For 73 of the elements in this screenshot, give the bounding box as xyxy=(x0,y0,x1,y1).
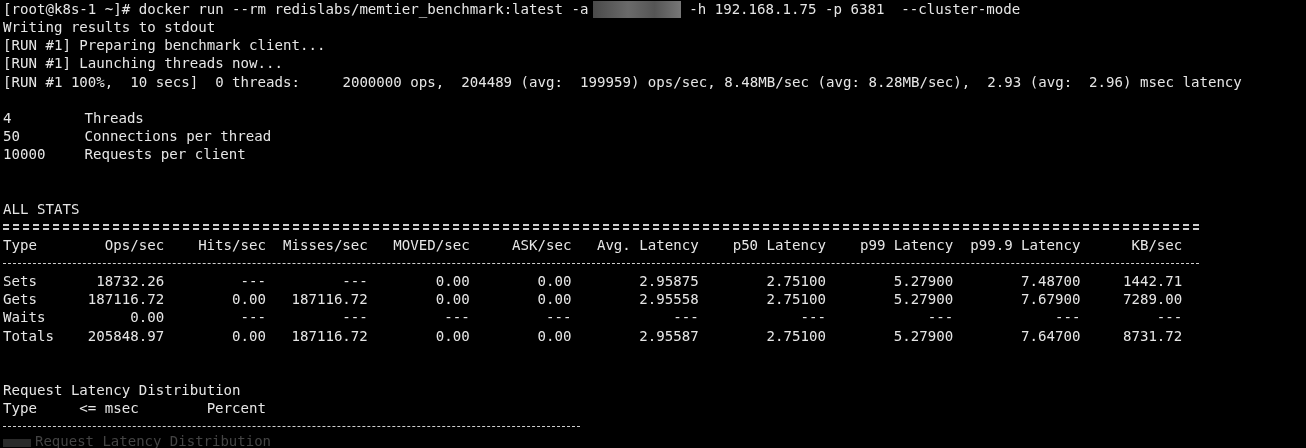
section-title: Request Latency Distribution xyxy=(3,380,241,400)
table-cell-text: 18732.26 xyxy=(95,272,165,291)
table-cell-text: 187116.72 xyxy=(290,326,368,345)
config-label: Connections per thread xyxy=(84,127,272,146)
config-label: Requests per client xyxy=(84,145,246,164)
table-cell-text: 187116.72 xyxy=(86,290,165,309)
table-cell-text: 5.27900 xyxy=(892,272,954,291)
config-value: 50 xyxy=(3,127,21,146)
table-cell-text: 2.75100 xyxy=(765,290,826,309)
output-line: [RUN #1] Preparing benchmark client... xyxy=(3,36,326,55)
column-header: p99 Latency xyxy=(858,235,954,254)
table-cell-text: --- xyxy=(443,308,470,327)
table-cell-text: 0.00 xyxy=(434,326,470,345)
table-cell-text: 187116.72 xyxy=(290,290,368,309)
table-cell-text: 0.00 xyxy=(536,326,572,345)
config-value: 10000 xyxy=(3,145,47,164)
table-cell-text: Sets xyxy=(3,272,38,291)
table-cell-text: 2.95875 xyxy=(638,272,699,291)
table-cell-text: --- xyxy=(799,308,826,327)
table-cell-text: 0.00 xyxy=(434,272,470,291)
table-cell-text: --- xyxy=(672,308,699,327)
table-cell-text: 7.67900 xyxy=(1020,290,1081,309)
table-cell-text: 0.00 xyxy=(129,308,165,327)
table-cell-text: --- xyxy=(545,308,572,327)
table-cell-text: --- xyxy=(341,272,368,291)
table-cell-text: --- xyxy=(1054,308,1081,327)
table-cell-text: --- xyxy=(1155,308,1183,327)
table-cell-text: --- xyxy=(239,272,266,291)
shell-prompt: [root@k8s-1 ~]# xyxy=(3,0,131,19)
table-cell-text: Gets xyxy=(3,290,38,309)
command-text: -h 192.168.1.75 -p 6381 --cluster-mode xyxy=(689,0,1021,19)
table-cell-text: 8731.72 xyxy=(1121,326,1183,345)
table-cell-text: Waits xyxy=(3,308,47,327)
section-title: ALL STATS xyxy=(3,199,80,218)
config-label: Threads xyxy=(84,108,144,127)
column-header: Misses/sec xyxy=(281,235,368,254)
table-cell-text: 5.27900 xyxy=(892,326,954,345)
table-cell-text: 7.48700 xyxy=(1020,272,1081,291)
table-cell-text: 1442.71 xyxy=(1121,272,1183,291)
column-header: Percent xyxy=(206,399,268,418)
column-header: MOVED/sec xyxy=(392,235,470,254)
column-header: Type xyxy=(3,235,38,254)
command-text: docker run --rm redislabs/memtier_benchmark:latest -a xyxy=(138,0,589,19)
table-cell-text: 5.27900 xyxy=(892,290,954,309)
column-header: Ops/sec xyxy=(103,235,165,254)
table-cell-text: 2.75100 xyxy=(765,272,826,291)
column-header: p50 Latency xyxy=(731,235,826,254)
table-cell-text: 2.95558 xyxy=(638,290,699,309)
table-cell-text: 0.00 xyxy=(231,290,266,309)
output-line: [RUN #1] Launching threads now... xyxy=(3,54,283,73)
table-cell-text: 7.64700 xyxy=(1020,326,1081,345)
table-cell-text: --- xyxy=(926,308,954,327)
table-cell-text: --- xyxy=(239,308,266,327)
column-header: ASK/sec xyxy=(511,235,572,254)
table-cell: Totals xyxy=(3,326,54,345)
output-line: Writing results to stdout xyxy=(3,18,216,37)
table-cell-text: 0.00 xyxy=(434,290,470,309)
column-header: Avg. Latency xyxy=(595,235,699,254)
table-cell-text: 0.00 xyxy=(536,290,572,309)
table-cell-text: 2.95587 xyxy=(638,326,699,345)
table-cell-text: --- xyxy=(341,308,368,327)
column-header: p99.9 Latency xyxy=(969,235,1081,254)
table-cell-text: 0.00 xyxy=(231,326,266,345)
table-cell-text: 0.00 xyxy=(536,272,572,291)
table-cell-text: 205848.97 xyxy=(86,326,165,345)
column-header: Hits/sec xyxy=(197,235,266,254)
column-header: KB/sec xyxy=(1130,235,1183,254)
column-header: Type xyxy=(3,399,38,418)
config-value: 4 xyxy=(3,108,13,127)
table-cell-text: 2.75100 xyxy=(765,326,826,345)
output-line: [RUN #1 100%, 10 secs] 0 threads: 2000000 ops, 204489 (avg: 199959) ops/sec, 8.48MB/sec (avg: 8.28MB/sec), 2.93 (avg: 2.96) msec latency xyxy=(3,72,1242,91)
column-header: <= msec xyxy=(79,399,140,418)
table-cell-text: 7289.00 xyxy=(1121,290,1183,309)
